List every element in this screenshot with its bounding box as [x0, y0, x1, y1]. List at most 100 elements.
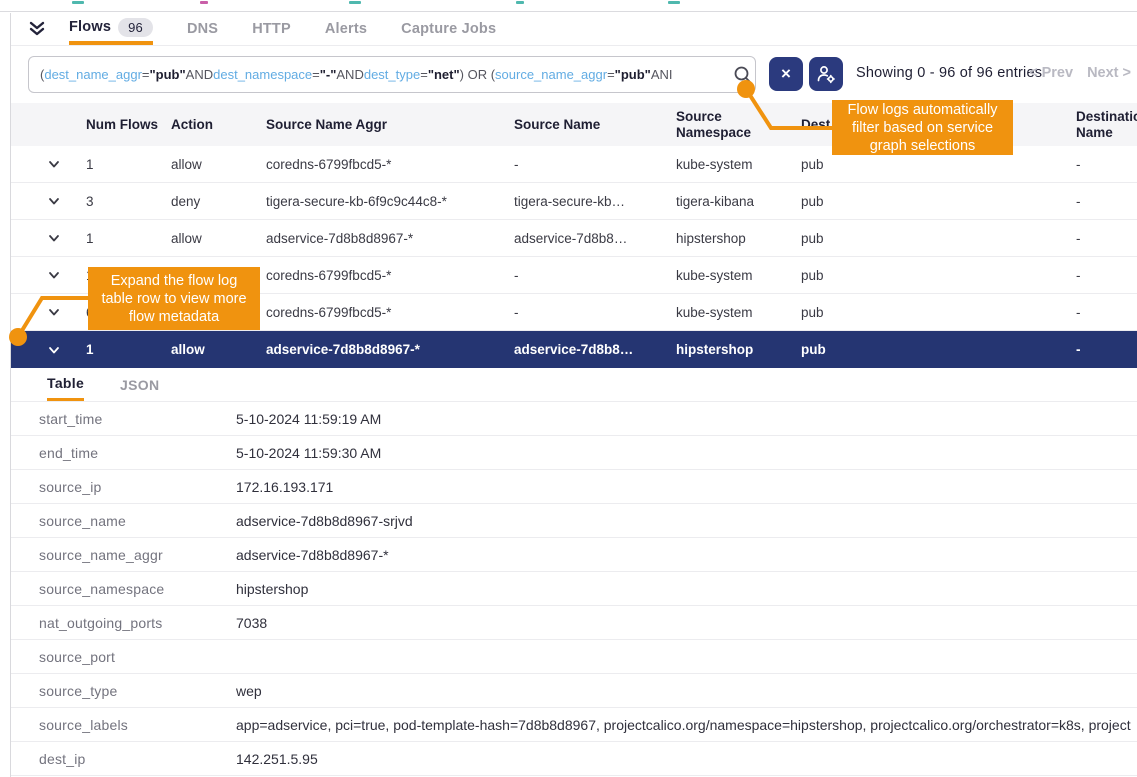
query-segment: "pub"	[615, 67, 651, 82]
detail-tabbar: Table JSON	[11, 368, 1137, 402]
detail-row: end_time5-10-2024 11:59:30 AM	[11, 436, 1137, 470]
detail-key: nat_outgoing_ports	[39, 615, 236, 631]
cell-num: 1	[86, 342, 171, 357]
detail-row: nat_outgoing_ports7038	[11, 606, 1137, 640]
cell-dest_aggr: pub	[801, 157, 1076, 172]
flows-count-badge: 96	[118, 18, 153, 37]
cell-src_name: -	[514, 305, 676, 320]
detail-value: 172.16.193.171	[236, 479, 1137, 495]
callout-connector	[6, 286, 92, 350]
detail-row: source_namespacehipstershop	[11, 572, 1137, 606]
detail-key: start_time	[39, 411, 236, 427]
detail-value: adservice-7d8b8d8967-*	[236, 547, 1137, 563]
detail-row: source_nameadservice-7d8b8d8967-srjvd	[11, 504, 1137, 538]
query-input[interactable]: (dest_name_aggr = "pub" AND dest_namespa…	[28, 56, 756, 93]
cell-action: allow	[171, 231, 266, 246]
prev-button[interactable]: < Prev	[1029, 65, 1073, 81]
detail-value: hipstershop	[236, 581, 1137, 597]
detail-row: source_typewep	[11, 674, 1137, 708]
query-segment: AND	[336, 67, 363, 82]
callout-expand-tooltip: Expand the flow log table row to view mo…	[88, 267, 260, 330]
query-segment: dest_namespace	[213, 67, 312, 82]
tab-flows[interactable]: Flows 96	[69, 13, 153, 45]
tab-label: Flows	[69, 19, 111, 35]
clipped-query-remnant	[349, 1, 361, 4]
cell-src_aggr: coredns-6799fbcd5-*	[266, 157, 514, 172]
query-segment: "net"	[428, 67, 460, 82]
detail-value: 142.251.5.95	[236, 751, 1137, 767]
detail-value: 7038	[236, 615, 1137, 631]
detail-value: wep	[236, 683, 1137, 699]
clipped-content-strip	[0, 0, 1137, 12]
query-segment: =	[312, 67, 320, 82]
cell-dest_aggr: pub	[801, 342, 1076, 357]
cell-src_aggr: adservice-7d8b8d8967-*	[266, 231, 514, 246]
cell-dest_name: -	[1076, 342, 1137, 357]
column-header: Source Name Aggr	[266, 117, 514, 133]
column-header: Action	[171, 117, 266, 133]
detail-tab-table[interactable]: Table	[47, 368, 84, 401]
row-expander-chevron-icon[interactable]	[47, 268, 86, 282]
cell-src_ns: hipstershop	[676, 231, 801, 246]
cell-src_ns: kube-system	[676, 305, 801, 320]
next-button[interactable]: Next >	[1087, 65, 1131, 81]
tab-http[interactable]: HTTP	[252, 13, 291, 45]
detail-row: source_port	[11, 640, 1137, 674]
cell-dest_name: -	[1076, 194, 1137, 209]
query-segment: ) OR (	[460, 67, 495, 82]
clipped-query-remnant	[200, 1, 208, 4]
column-header: Source Name	[514, 117, 676, 133]
column-header: Destination Name	[1076, 109, 1137, 141]
detail-key: source_port	[39, 649, 236, 665]
tab-alerts[interactable]: Alerts	[325, 13, 367, 45]
column-header: Num Flows	[86, 117, 171, 133]
cell-dest_name: -	[1076, 157, 1137, 172]
detail-row: source_name_aggradservice-7d8b8d8967-*	[11, 538, 1137, 572]
detail-tab-label: Table	[47, 375, 84, 391]
detail-key: dest_ip	[39, 751, 236, 767]
showing-entries-text: Showing 0 - 96 of 96 entries	[856, 65, 1042, 81]
tab-dns[interactable]: DNS	[187, 13, 218, 45]
callout-text: Expand the flow log table row to view mo…	[96, 272, 252, 326]
query-segment: "-"	[320, 67, 337, 82]
cell-dest_aggr: pub	[801, 231, 1076, 246]
cell-src_name: adservice-7d8b8…	[514, 231, 676, 246]
cell-dest_name: -	[1076, 305, 1137, 320]
cell-num: 1	[86, 157, 171, 172]
detail-key: source_labels	[39, 717, 236, 733]
detail-value: app=adservice, pci=true, pod-template-ha…	[236, 717, 1137, 733]
row-expander-chevron-icon[interactable]	[47, 194, 86, 208]
cell-dest_name: -	[1076, 231, 1137, 246]
query-segment: AND	[186, 67, 213, 82]
tab-label: DNS	[187, 21, 218, 37]
detail-value: adservice-7d8b8d8967-srjvd	[236, 513, 1137, 529]
tab-label: HTTP	[252, 21, 291, 37]
cell-src_aggr: tigera-secure-kb-6f9c9c44c8-*	[266, 194, 514, 209]
pagination: < Prev Next >	[1029, 65, 1131, 81]
tab-capture-jobs[interactable]: Capture Jobs	[401, 13, 496, 45]
cell-src_aggr: coredns-6799fbcd5-*	[266, 305, 514, 320]
detail-row: source_ip172.16.193.171	[11, 470, 1137, 504]
detail-key: source_name	[39, 513, 236, 529]
cell-src_name: -	[514, 268, 676, 283]
callout-text: Flow logs automatically filter based on …	[840, 101, 1005, 155]
collapse-panel-button[interactable]	[27, 13, 47, 45]
cell-action: allow	[171, 342, 266, 357]
detail-row: start_time5-10-2024 11:59:19 AM	[11, 402, 1137, 436]
detail-row: source_labelsapp=adservice, pci=true, po…	[11, 708, 1137, 742]
detail-key: source_name_aggr	[39, 547, 236, 563]
detail-tab-json[interactable]: JSON	[120, 368, 159, 401]
flow-table-row[interactable]: 3denytigera-secure-kb-6f9c9c44c8-*tigera…	[11, 183, 1137, 220]
flow-table-row[interactable]: 1allowadservice-7d8b8d8967-*adservice-7d…	[11, 331, 1137, 368]
query-segment: dest_type	[364, 67, 420, 82]
row-expander-chevron-icon[interactable]	[47, 157, 86, 171]
cell-dest_aggr: pub	[801, 194, 1076, 209]
cell-dest_name: -	[1076, 268, 1137, 283]
detail-value: 5-10-2024 11:59:19 AM	[236, 411, 1137, 427]
tab-label: Alerts	[325, 21, 367, 37]
flow-table-row[interactable]: 1allowadservice-7d8b8d8967-*adservice-7d…	[11, 220, 1137, 257]
cell-num: 3	[86, 194, 171, 209]
callout-filter-tooltip: Flow logs automatically filter based on …	[832, 100, 1013, 155]
query-segment: =	[142, 67, 150, 82]
row-expander-chevron-icon[interactable]	[47, 231, 86, 245]
